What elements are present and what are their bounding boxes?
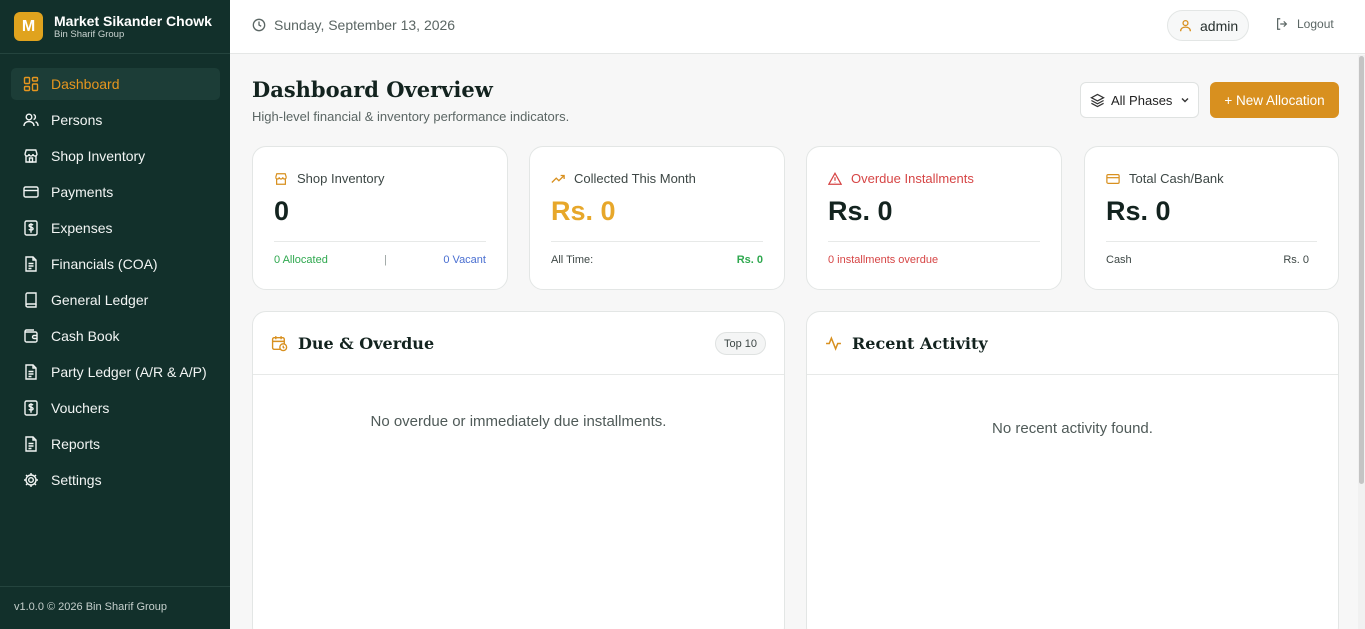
document-icon xyxy=(23,436,39,452)
due-overdue-panel: Due & Overdue Top 10 No overdue or immed… xyxy=(252,311,785,629)
stat-card-shop-inventory: Shop Inventory 0 0 Allocated | 0 Vacant xyxy=(252,146,508,290)
activity-icon xyxy=(826,335,841,351)
sidebar-item-label: General Ledger xyxy=(51,292,149,308)
panel-title: Due & Overdue xyxy=(298,333,435,353)
current-date: Sunday, September 13, 2026 xyxy=(252,17,455,33)
clock-icon xyxy=(252,18,266,32)
logout-button[interactable]: Logout xyxy=(1275,17,1334,31)
topbar: Sunday, September 13, 2026 admin Logout xyxy=(230,0,1365,54)
sidebar-item-payments[interactable]: Payments xyxy=(11,176,220,208)
brand[interactable]: M Market Sikander Chowk Bin Sharif Group xyxy=(0,0,230,54)
sidebar-item-dashboard[interactable]: Dashboard xyxy=(11,68,220,100)
vacant-count: 0 Vacant xyxy=(443,254,486,266)
recent-activity-panel: Recent Activity No recent activity found… xyxy=(806,311,1339,629)
sidebar-item-label: Party Ledger (A/R & A/P) xyxy=(51,364,207,380)
sidebar: M Market Sikander Chowk Bin Sharif Group… xyxy=(0,0,230,629)
wallet-icon xyxy=(23,328,39,344)
stat-value: Rs. 0 xyxy=(828,196,893,226)
new-allocation-button[interactable]: + New Allocation xyxy=(1210,82,1339,118)
chevron-down-icon xyxy=(1181,98,1189,103)
sidebar-item-label: Reports xyxy=(51,436,101,452)
dashboard-icon xyxy=(23,76,39,92)
sidebar-item-label: Payments xyxy=(51,184,114,200)
stat-title: Collected This Month xyxy=(574,171,696,186)
layers-icon xyxy=(1090,93,1105,107)
username: admin xyxy=(1200,17,1239,34)
all-time-value: Rs. 0 xyxy=(736,254,763,266)
logout-label: Logout xyxy=(1297,17,1334,31)
book-icon xyxy=(23,292,39,308)
brand-logo: M xyxy=(14,12,43,41)
scrollbar-thumb[interactable] xyxy=(1359,56,1364,484)
stat-card-overdue: Overdue Installments Rs. 0 0 installment… xyxy=(806,146,1062,290)
allocated-count: 0 Allocated xyxy=(274,254,328,266)
logout-icon xyxy=(1277,18,1288,30)
phase-select[interactable]: All Phases xyxy=(1080,82,1199,118)
panel-title: Recent Activity xyxy=(852,333,988,353)
sidebar-item-cash-book[interactable]: Cash Book xyxy=(11,320,220,352)
page-title: Dashboard Overview xyxy=(252,77,493,102)
sidebar-item-label: Financials (COA) xyxy=(51,256,158,272)
divider xyxy=(274,241,486,242)
stat-value: Rs. 0 xyxy=(551,196,616,226)
stat-card-cash-bank: Total Cash/Bank Rs. 0 Cash Rs. 0 xyxy=(1084,146,1339,290)
sidebar-item-label: Persons xyxy=(51,112,103,128)
dollar-file-icon xyxy=(23,400,39,416)
gear-icon xyxy=(23,472,39,488)
sidebar-item-vouchers[interactable]: Vouchers xyxy=(11,392,220,424)
stat-title: Shop Inventory xyxy=(297,171,385,186)
separator: | xyxy=(384,254,388,266)
sidebar-item-reports[interactable]: Reports xyxy=(11,428,220,460)
sidebar-item-label: Dashboard xyxy=(51,76,120,92)
sidebar-item-settings[interactable]: Settings xyxy=(11,464,220,496)
page-subtitle: High-level financial & inventory perform… xyxy=(252,109,570,124)
sidebar-item-label: Shop Inventory xyxy=(51,148,146,164)
document-icon xyxy=(23,364,39,380)
sidebar-item-financials[interactable]: Financials (COA) xyxy=(11,248,220,280)
sidebar-item-label: Expenses xyxy=(51,220,113,236)
stat-value: 0 xyxy=(274,196,290,226)
sidebar-item-label: Settings xyxy=(51,472,102,488)
store-icon xyxy=(275,172,287,185)
sidebar-item-expenses[interactable]: Expenses xyxy=(11,212,220,244)
all-time-label: All Time: xyxy=(551,254,594,266)
date-text: Sunday, September 13, 2026 xyxy=(274,17,456,33)
credit-card-icon xyxy=(1106,173,1120,184)
brand-name: Market Sikander Chowk xyxy=(54,12,212,29)
user-icon xyxy=(1179,19,1192,32)
sidebar-item-persons[interactable]: Persons xyxy=(11,104,220,136)
phase-select-value: All Phases xyxy=(1111,92,1173,108)
sidebar-item-label: Vouchers xyxy=(51,400,110,416)
top-10-badge: Top 10 xyxy=(714,332,766,355)
stat-value: Rs. 0 xyxy=(1106,196,1171,226)
divider xyxy=(551,241,763,242)
cash-label: Cash xyxy=(1106,254,1132,266)
overdue-count: 0 installments overdue xyxy=(828,254,939,266)
user-menu[interactable]: admin xyxy=(1167,10,1249,41)
cash-value: Rs. 0 xyxy=(1283,254,1309,266)
empty-state: No recent activity found. xyxy=(992,420,1153,437)
sidebar-footer: v1.0.0 © 2026 Bin Sharif Group xyxy=(0,586,230,629)
users-icon xyxy=(23,112,39,128)
stat-card-collected: Collected This Month Rs. 0 All Time: Rs.… xyxy=(529,146,785,290)
calendar-clock-icon xyxy=(271,335,288,351)
stat-title: Overdue Installments xyxy=(851,171,974,186)
trending-up-icon xyxy=(551,174,565,183)
store-icon xyxy=(23,148,39,164)
stat-title: Total Cash/Bank xyxy=(1129,171,1224,186)
empty-state: No overdue or immediately due installmen… xyxy=(370,413,667,430)
sidebar-item-general-ledger[interactable]: General Ledger xyxy=(11,284,220,316)
divider xyxy=(828,241,1040,242)
warning-icon xyxy=(828,171,842,185)
sidebar-item-party-ledger[interactable]: Party Ledger (A/R & A/P) xyxy=(11,356,220,388)
divider xyxy=(1106,241,1317,242)
dollar-file-icon xyxy=(23,220,39,236)
document-icon xyxy=(23,256,39,272)
sidebar-item-label: Cash Book xyxy=(51,328,120,344)
sidebar-item-shop-inventory[interactable]: Shop Inventory xyxy=(11,140,220,172)
sidebar-nav: Dashboard Persons Shop Inventory Payment… xyxy=(11,68,220,500)
brand-subtitle: Bin Sharif Group xyxy=(54,28,125,40)
credit-card-icon xyxy=(23,184,39,200)
